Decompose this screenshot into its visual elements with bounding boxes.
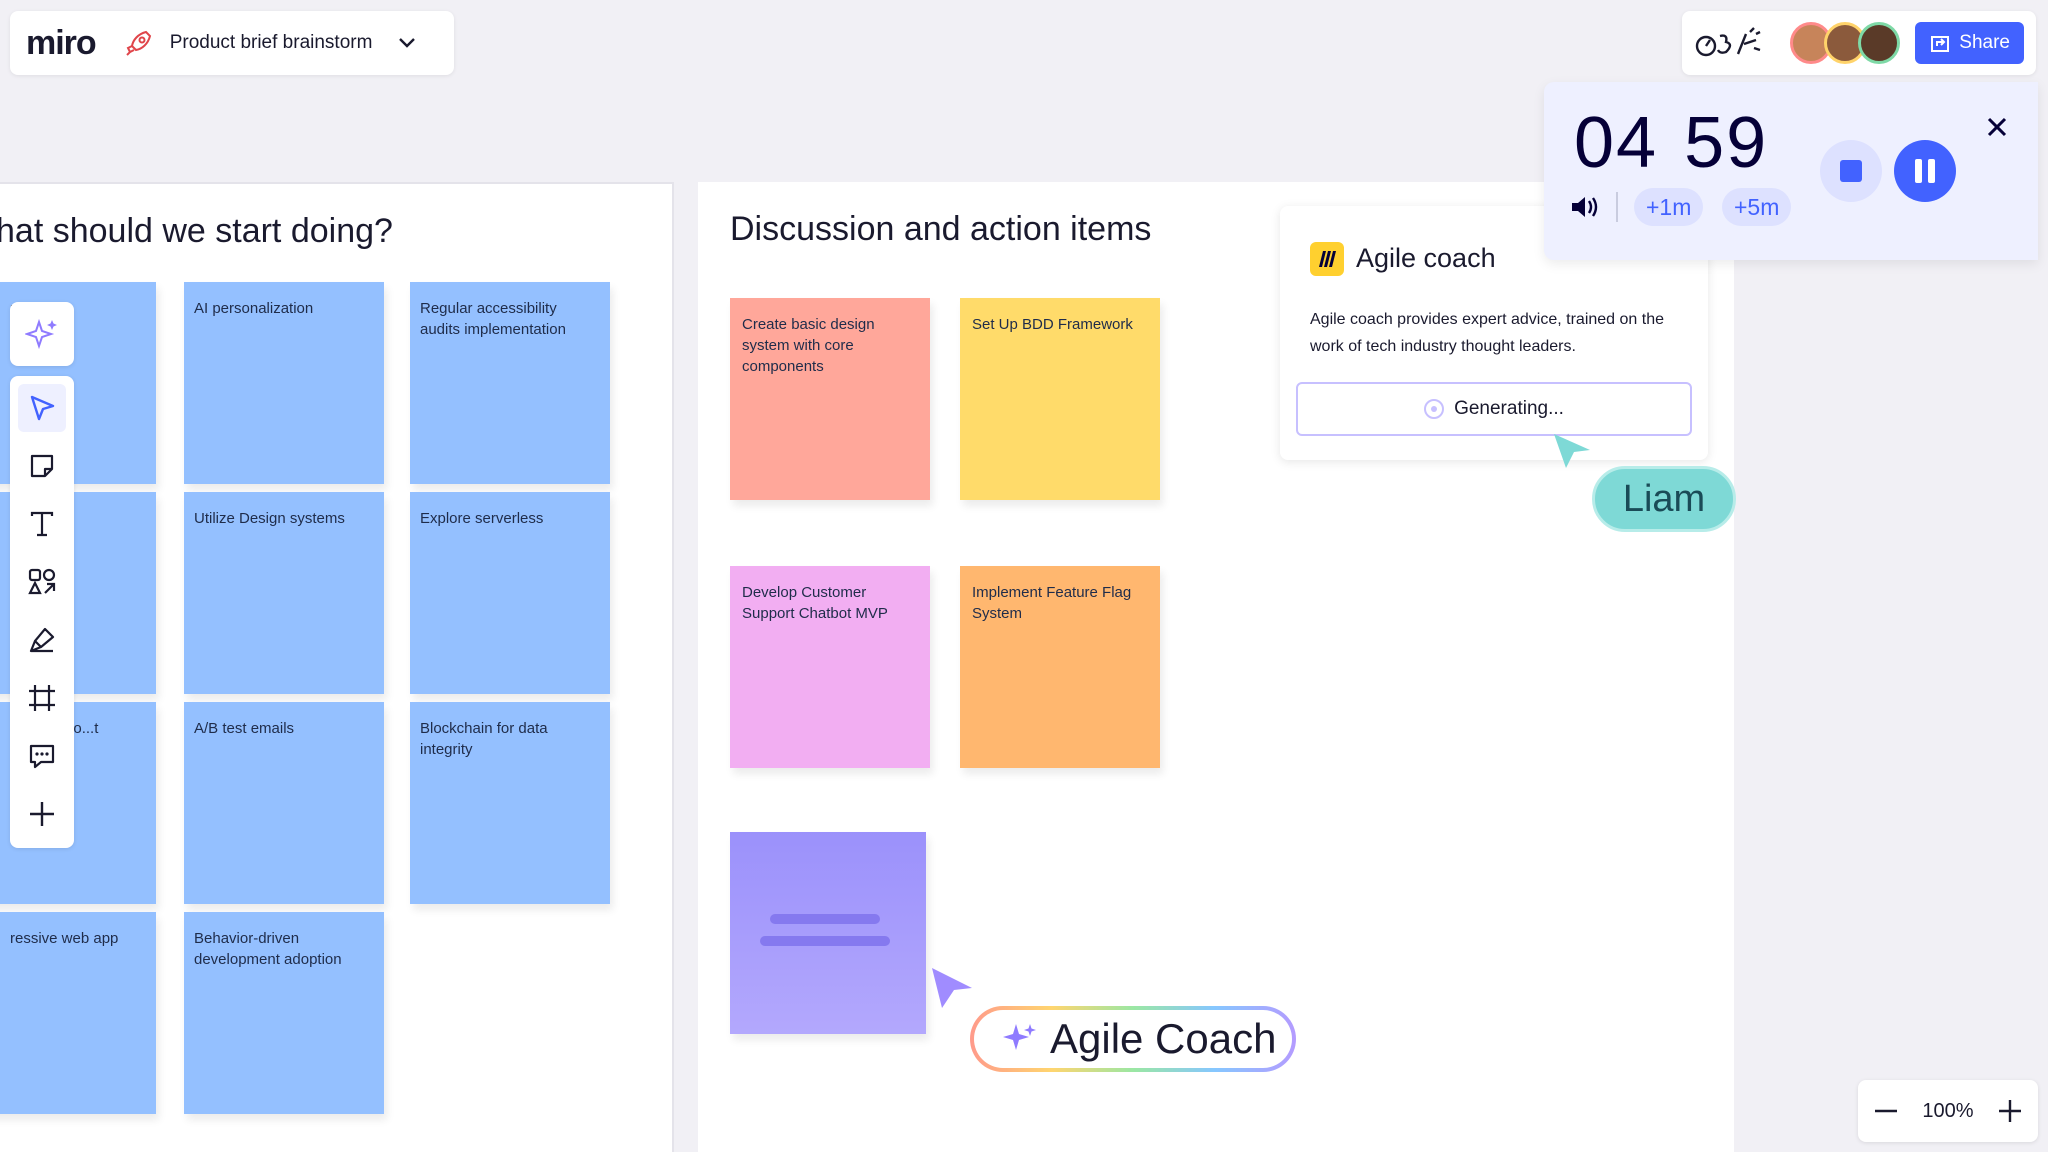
zoom-in-icon[interactable] [1996, 1097, 2024, 1125]
sticky-note[interactable]: Implement Feature Flag System [960, 566, 1160, 768]
agile-coach-cursor-label: Agile Coach [1050, 1015, 1277, 1062]
plus-icon [30, 802, 54, 826]
pause-button[interactable] [1894, 140, 1956, 202]
sticky-text: Behavior-driven development adoption [194, 930, 342, 968]
collaborator-avatars[interactable] [1790, 22, 1900, 64]
sticky-note[interactable]: Utilize Design systems [184, 492, 384, 694]
collaboration-bar: Share [1682, 11, 2036, 75]
sticky-text: Utilize Design systems [194, 510, 345, 527]
sticky-text: Implement Feature Flag System [972, 584, 1132, 622]
board-header: miro Product brief brainstorm [10, 11, 454, 75]
timer-seconds: 59 [1684, 103, 1769, 183]
sticky-note[interactable]: Explore serverless [410, 492, 610, 694]
share-label: Share [1959, 32, 2010, 53]
frame-tool[interactable] [18, 674, 66, 722]
rocket-icon[interactable] [124, 28, 154, 58]
generating-status: Generating... [1296, 382, 1692, 436]
timer-panel: 04 59 +1m +5m [1544, 82, 2038, 260]
zoom-out-icon[interactable] [1872, 1097, 1900, 1125]
sticky-text: Regular accessibility audits implementat… [420, 300, 566, 338]
sticky-note[interactable]: ressive web app [0, 912, 156, 1114]
reactions-icon[interactable] [1694, 24, 1764, 62]
pen-icon [29, 627, 55, 653]
agile-coach-description: Agile coach provides expert advice, trai… [1310, 311, 1664, 355]
zoom-controls: 100% [1858, 1080, 2038, 1142]
frame-icon [29, 685, 55, 711]
sticky-text: Explore serverless [420, 510, 544, 527]
sticky-note[interactable]: A/B test emails [184, 702, 384, 904]
cursor-icon [30, 395, 55, 421]
pen-tool[interactable] [18, 616, 66, 664]
add-1-minute-button[interactable]: +1m [1634, 188, 1704, 226]
divider [1616, 192, 1618, 222]
share-icon [1931, 36, 1950, 52]
sticky-note-generating[interactable] [730, 832, 926, 1034]
share-button[interactable]: Share [1915, 22, 2024, 64]
stop-button[interactable] [1820, 140, 1882, 202]
frame-title-discussion: Discussion and action items [730, 210, 1152, 248]
select-tool[interactable] [18, 384, 66, 432]
sticky-note[interactable]: AI personalization [184, 282, 384, 484]
volume-icon[interactable] [1568, 190, 1602, 224]
miro-app-icon [1310, 242, 1344, 276]
sticky-text: Develop Customer Support Chatbot MVP [742, 584, 888, 622]
generating-label: Generating... [1454, 398, 1564, 419]
close-icon[interactable] [1982, 112, 2012, 142]
more-tools-button[interactable] [18, 790, 66, 838]
placeholder-line [770, 914, 880, 924]
agile-coach-cursor: Agile Coach [970, 1006, 1296, 1072]
sticky-text: Set Up BDD Framework [972, 316, 1133, 333]
frame-title-start-doing: hat should we start doing? [0, 212, 393, 250]
sparkle-icon [25, 318, 57, 350]
sticky-note-icon [30, 454, 54, 478]
miro-logo[interactable]: miro [26, 24, 97, 63]
tool-list [10, 376, 74, 848]
shapes-icon [28, 568, 56, 595]
cursor-arrow-icon [1554, 434, 1590, 468]
add-5-minutes-button[interactable]: +5m [1722, 188, 1792, 226]
chevron-down-icon[interactable] [396, 32, 418, 54]
sticky-note-tool[interactable] [18, 442, 66, 490]
zoom-level[interactable]: 100% [1922, 1100, 1973, 1123]
ai-assist-button[interactable] [10, 302, 74, 366]
sticky-note[interactable]: Regular accessibility audits implementat… [410, 282, 610, 484]
collaborator-cursor-liam: Liam [1592, 466, 1736, 532]
text-tool[interactable] [18, 500, 66, 548]
board-name[interactable]: Product brief brainstorm [170, 32, 373, 54]
comment-tool[interactable] [18, 732, 66, 780]
sticky-text: AI personalization [194, 300, 314, 317]
sticky-note[interactable]: Behavior-driven development adoption [184, 912, 384, 1114]
timer-display: 04 59 [1574, 102, 1768, 184]
timer-minutes: 04 [1574, 103, 1659, 183]
sticky-note[interactable]: Set Up BDD Framework [960, 298, 1160, 500]
sticky-text: A/B test emails [194, 720, 295, 737]
sticky-note[interactable]: Create basic design system with core com… [730, 298, 930, 500]
avatar[interactable] [1858, 22, 1900, 64]
pause-icon [1915, 159, 1935, 183]
frame-start-doing[interactable]: hat should we start doing? ur... AI pers… [0, 182, 674, 1152]
stop-icon [1840, 160, 1862, 182]
sticky-text: Blockchain for data integrity [420, 720, 548, 758]
left-toolbar [10, 302, 74, 848]
comment-icon [29, 744, 55, 769]
sticky-text: ressive web app [10, 930, 119, 947]
spinner-icon [1424, 399, 1445, 419]
cursor-arrow-icon [932, 968, 972, 1008]
sticky-note[interactable]: Blockchain for data integrity [410, 702, 610, 904]
placeholder-line [760, 936, 890, 946]
sticky-text: Create basic design system with core com… [742, 316, 875, 375]
text-icon [30, 511, 54, 537]
sparkle-icon [1003, 1024, 1036, 1050]
shapes-tool[interactable] [18, 558, 66, 606]
sticky-note[interactable]: Develop Customer Support Chatbot MVP [730, 566, 930, 768]
agile-coach-title: Agile coach [1356, 243, 1496, 273]
